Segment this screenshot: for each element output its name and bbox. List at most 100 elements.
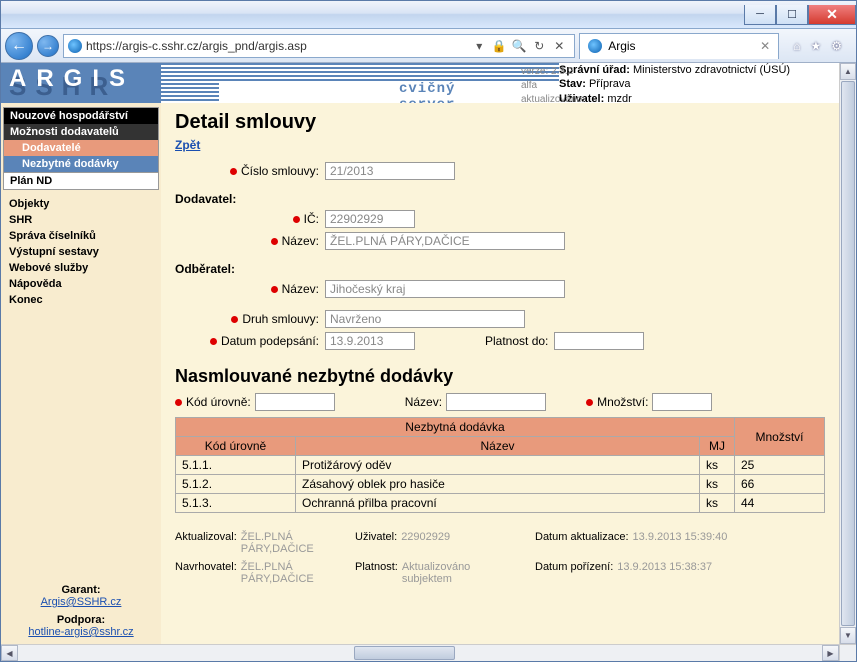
required-dot-icon	[231, 316, 238, 323]
podpora-label: Podpora:	[7, 614, 155, 626]
cell-mj: ks	[700, 456, 735, 475]
address-bar: ← → ▾ 🔒 🔍 ↻ ✕ Argis ✕ ⌂ ★ ⚙	[1, 29, 856, 63]
refresh-icon[interactable]: ↻	[530, 37, 548, 55]
nav-item-konec[interactable]: Konec	[9, 292, 153, 308]
podpora-link[interactable]: hotline-argis@sshr.cz	[28, 626, 133, 638]
dropdown-icon[interactable]: ▾	[470, 37, 488, 55]
filter-mnozstvi-input[interactable]	[652, 393, 712, 411]
deliveries-table: Nezbytná dodávka Množství Kód úrovně Náz…	[175, 417, 825, 513]
scroll-left-icon[interactable]: ◀	[1, 645, 18, 661]
back-button[interactable]: ←	[5, 32, 33, 60]
updated-label: alfa aktualizováno:	[521, 80, 585, 105]
nav-item-shr[interactable]: SHR	[9, 212, 153, 228]
supplier-name-label: Název:	[282, 234, 319, 248]
signed-label: Datum podepsání:	[221, 334, 319, 348]
cell-mj: ks	[700, 475, 735, 494]
nav-item-sestavy[interactable]: Výstupní sestavy	[9, 244, 153, 260]
page: SSHR ARGIS cvičný server verze: 2.3.2 al…	[1, 63, 839, 644]
logo-text: ARGIS	[9, 65, 135, 93]
col-nazev: Název	[296, 437, 700, 456]
garant-link[interactable]: Argis@SSHR.cz	[41, 596, 122, 608]
nav-item-dodavatele[interactable]: Dodavatelé	[4, 140, 158, 156]
url-input[interactable]	[86, 39, 466, 53]
col-mj: MJ	[700, 437, 735, 456]
type-input[interactable]: Navrženo	[325, 310, 525, 328]
table-row[interactable]: 5.1.2.Zásahový oblek pro hasičeks66	[176, 475, 825, 494]
required-dot-icon	[586, 399, 593, 406]
admin-value: Ministerstvo zdravotnictví (ÚSÚ)	[633, 64, 790, 76]
scrollbar-vertical[interactable]: ▲ ▼	[839, 63, 856, 644]
filter-kod-input[interactable]	[255, 393, 335, 411]
aktualizoval-value: ŽEL.PLNÁ PÁRY,DAČICE	[241, 531, 341, 555]
contract-form: Číslo smlouvy: 21/2013 Dodavatel: IČ: 22…	[175, 162, 825, 350]
scroll-thumb-horz[interactable]	[354, 646, 455, 660]
table-row[interactable]: 5.1.1.Protižárový oděvks25	[176, 456, 825, 475]
contract-no-input[interactable]: 21/2013	[325, 162, 455, 180]
toolbar-icons: ⌂ ★ ⚙	[783, 39, 852, 53]
gear-icon[interactable]: ⚙	[831, 39, 842, 53]
version-value: 2.3.2	[551, 66, 573, 77]
customer-heading: Odběratel:	[175, 262, 825, 276]
tab-close-icon[interactable]: ✕	[760, 39, 770, 53]
col-group-dodavka: Nezbytná dodávka	[176, 418, 735, 437]
datum-akt-value: 13.9.2013 15:39:40	[633, 531, 728, 555]
nav-section-suppliers[interactable]: Možnosti dodavatelů	[4, 124, 158, 140]
customer-name-label: Název:	[282, 282, 319, 296]
signed-input[interactable]: 13.9.2013	[325, 332, 415, 350]
scroll-corner	[839, 644, 856, 661]
nav-item-ciselniky[interactable]: Správa číselníků	[9, 228, 153, 244]
window-buttons: ─ ☐ ✕	[744, 5, 856, 25]
ie-icon	[68, 39, 82, 53]
back-link[interactable]: Zpět	[175, 138, 200, 152]
nav-item-napoveda[interactable]: Nápověda	[9, 276, 153, 292]
platnost-label: Platnost:	[355, 561, 398, 585]
nav-item-nezbytne[interactable]: Nezbytné dodávky	[4, 156, 158, 172]
nav-section-plan[interactable]: Plán ND	[4, 172, 158, 189]
col-kod: Kód úrovně	[176, 437, 296, 456]
forward-button[interactable]: →	[37, 35, 59, 57]
cell-mnozstvi: 44	[735, 494, 825, 513]
filter-mnozstvi-label: Množství:	[597, 395, 648, 409]
url-box[interactable]: ▾ 🔒 🔍 ↻ ✕	[63, 34, 575, 58]
navrhovatel-value: ŽEL.PLNÁ PÁRY,DAČICE	[241, 561, 341, 585]
nav-item-objekty[interactable]: Objekty	[9, 196, 153, 212]
scroll-down-icon[interactable]: ▼	[840, 627, 856, 644]
close-button[interactable]: ✕	[808, 5, 856, 25]
scroll-thumb-vert[interactable]	[841, 81, 855, 626]
cell-mj: ks	[700, 494, 735, 513]
scrollbar-horizontal[interactable]: ◀ ▶	[1, 644, 839, 661]
nav-item-webove[interactable]: Webové služby	[9, 260, 153, 276]
minimize-button[interactable]: ─	[744, 5, 776, 25]
ic-input[interactable]: 22902929	[325, 210, 415, 228]
header-info: Správní úřad: Ministerstvo zdravotnictví…	[559, 63, 839, 103]
required-dot-icon	[175, 399, 182, 406]
home-icon[interactable]: ⌂	[793, 39, 800, 53]
filter-nazev-label: Název:	[405, 395, 442, 409]
required-dot-icon	[293, 216, 300, 223]
valid-input[interactable]	[554, 332, 644, 350]
browser-tab[interactable]: Argis ✕	[579, 33, 779, 59]
maximize-button[interactable]: ☐	[776, 5, 808, 25]
filter-row: Kód úrovně: Název: Množství:	[175, 393, 825, 411]
browser-window: ─ ☐ ✕ ← → ▾ 🔒 🔍 ↻ ✕ Argis ✕ ⌂ ★ ⚙	[0, 0, 857, 662]
nav-section-emergency[interactable]: Nouzové hospodářství	[4, 108, 158, 124]
filter-nazev-input[interactable]	[446, 393, 546, 411]
search-icon[interactable]: 🔍	[510, 37, 528, 55]
valid-label: Platnost do:	[485, 334, 554, 348]
cell-nazev: Protižárový oděv	[296, 456, 700, 475]
version-label: verze:	[521, 66, 548, 77]
table-row[interactable]: 5.1.3.Ochranná přilba pracovníks44	[176, 494, 825, 513]
supplier-name-input[interactable]: ŽEL.PLNÁ PÁRY,DAČICE	[325, 232, 565, 250]
favorites-icon[interactable]: ★	[810, 39, 821, 53]
logo-cell: SSHR ARGIS	[1, 63, 161, 103]
app-header: SSHR ARGIS cvičný server verze: 2.3.2 al…	[1, 63, 839, 103]
stop-icon[interactable]: ✕	[550, 37, 568, 55]
scroll-right-icon[interactable]: ▶	[822, 645, 839, 661]
platnost-value: Aktualizováno subjektem	[402, 561, 502, 585]
uzivatel-value: 22902929	[401, 531, 450, 555]
scroll-up-icon[interactable]: ▲	[840, 63, 856, 80]
cell-kod: 5.1.3.	[176, 494, 296, 513]
customer-name-input[interactable]: Jihočeský kraj	[325, 280, 565, 298]
aktualizoval-label: Aktualizoval:	[175, 531, 237, 555]
support-box: Garant: Argis@SSHR.cz Podpora: hotline-a…	[1, 578, 161, 644]
